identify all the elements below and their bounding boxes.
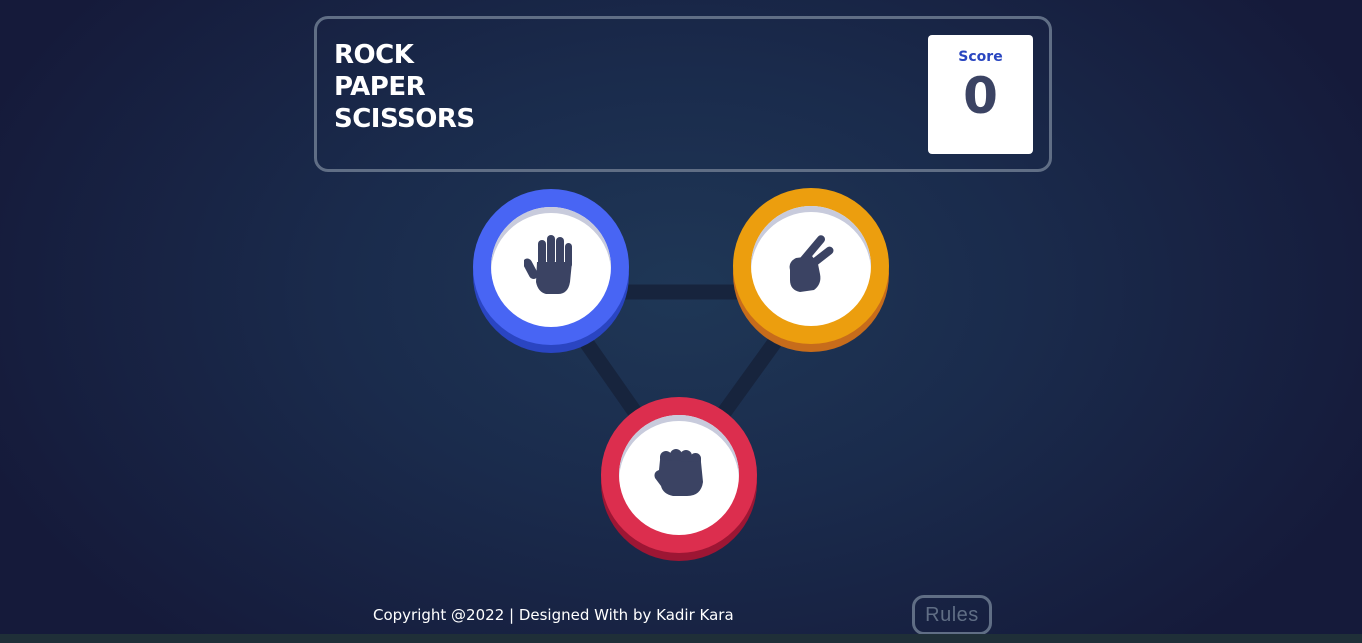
rock-choice-button[interactable] (601, 397, 757, 561)
hand-paper-icon (522, 234, 578, 301)
scissors-inner-circle (751, 206, 871, 326)
rock-inner-circle (619, 415, 739, 535)
copyright-text: Copyright @2022 | Designed With by Kadir… (373, 606, 734, 624)
os-taskbar (0, 634, 1362, 643)
paper-choice-button[interactable] (473, 189, 629, 353)
paper-inner-circle (491, 207, 611, 327)
scissors-choice-button[interactable] (733, 188, 889, 352)
hand-rock-icon (653, 448, 705, 503)
rules-button[interactable]: Rules (912, 595, 992, 635)
hand-scissors-icon (784, 234, 838, 299)
